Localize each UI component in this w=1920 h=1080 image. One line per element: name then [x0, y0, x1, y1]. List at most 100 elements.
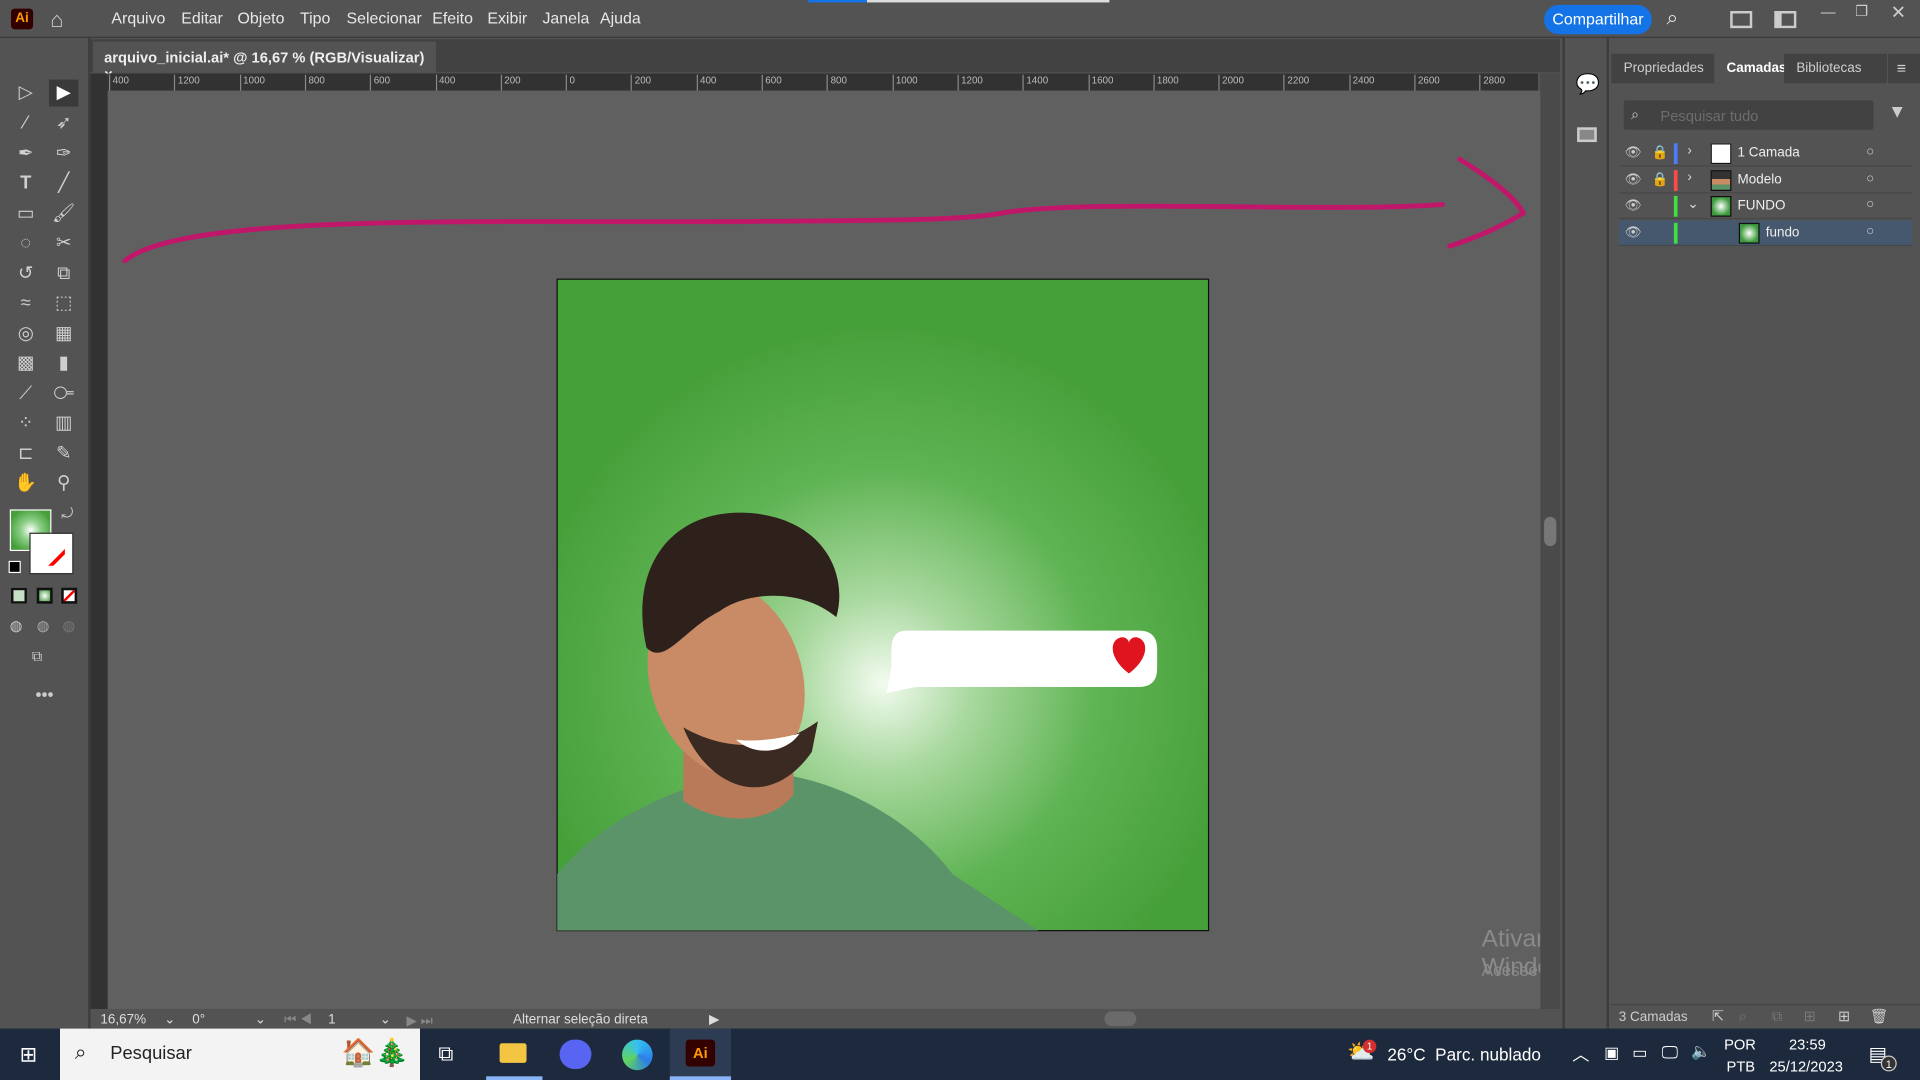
scroll-thumb[interactable]: [1544, 516, 1557, 547]
panel-menu-icon[interactable]: ≡: [1888, 53, 1920, 84]
gradient-tool-icon[interactable]: ▮: [49, 350, 78, 377]
selection-tool-icon[interactable]: ▷: [11, 80, 40, 107]
more-tools-icon[interactable]: •••: [36, 684, 54, 704]
scissors-icon[interactable]: ✂: [49, 230, 78, 257]
windows-start-icon[interactable]: ⊞: [20, 1043, 37, 1067]
type-tool-icon[interactable]: T: [11, 170, 40, 197]
document-tab[interactable]: arquivo_inicial.ai* @ 16,67 % (RGB/Visua…: [93, 41, 436, 83]
language-top[interactable]: POR: [1724, 1036, 1756, 1053]
rotation-dropdown-icon[interactable]: ⌄: [255, 1011, 266, 1028]
share-button[interactable]: Compartilhar: [1544, 4, 1652, 35]
magic-wand-icon[interactable]: ⁄: [11, 110, 40, 137]
target-circle-icon[interactable]: ○: [1866, 197, 1874, 212]
illustrator-taskbar-icon[interactable]: Ai: [669, 1028, 732, 1080]
canvas[interactable]: Ativar o Windows Acesse Configurações pa…: [107, 90, 1541, 1009]
chevron-down-icon[interactable]: ⌄: [1687, 196, 1698, 212]
filter-icon[interactable]: ▼: [1888, 102, 1906, 123]
screen-mode-icon[interactable]: ⧉: [32, 648, 43, 666]
language-bottom[interactable]: PTB: [1727, 1058, 1756, 1075]
edge-icon[interactable]: [622, 1039, 653, 1071]
tab-bibliotecas[interactable]: Bibliotecas: [1784, 53, 1887, 84]
rotation-field[interactable]: 0°: [192, 1013, 205, 1028]
vertical-scrollbar[interactable]: [1540, 73, 1561, 1009]
lasso-icon[interactable]: ➶: [49, 110, 78, 137]
draw-inside-icon[interactable]: ◍: [62, 617, 75, 634]
menu-selecionar[interactable]: Selecionar: [347, 9, 422, 27]
first-artboard-icon[interactable]: ⏮ ◀: [284, 1013, 312, 1029]
lock-icon[interactable]: 🔒: [1652, 144, 1669, 161]
next-artboard-icon[interactable]: ▶ ⏭: [407, 1013, 433, 1030]
delete-layer-icon[interactable]: 🗑: [1870, 1008, 1889, 1025]
visibility-eye-icon[interactable]: 👁: [1625, 144, 1642, 161]
weather-text[interactable]: 26°C Parc. nublado: [1387, 1044, 1541, 1064]
symbol-sprayer-icon[interactable]: ⁘: [11, 410, 40, 437]
shape-builder-icon[interactable]: ◎: [11, 321, 40, 348]
battery-icon[interactable]: ▭: [1632, 1043, 1647, 1063]
warp-tool-icon[interactable]: ≈: [11, 290, 40, 317]
new-layer-icon[interactable]: ⊞: [1838, 1008, 1850, 1025]
visibility-eye-icon[interactable]: 👁: [1625, 171, 1642, 187]
hand-tool-icon[interactable]: ✋: [11, 470, 40, 497]
visibility-eye-icon[interactable]: 👁: [1625, 223, 1642, 240]
show-hidden-icons[interactable]: ︿: [1572, 1042, 1589, 1066]
discord-icon[interactable]: [559, 1039, 592, 1069]
scale-tool-icon[interactable]: ⧉: [49, 261, 78, 288]
rotate-tool-icon[interactable]: ↺: [11, 261, 40, 288]
draw-normal-icon[interactable]: ◍: [10, 617, 23, 634]
clipping-mask-icon[interactable]: ⧉: [1772, 1008, 1783, 1026]
eyedropper-icon[interactable]: ⟋: [11, 381, 40, 408]
menu-tipo[interactable]: Tipo: [300, 9, 330, 27]
taskbar-search[interactable]: ⌕ Pesquisar 🏠🎄: [60, 1028, 421, 1080]
tab-propriedades[interactable]: Propriedades: [1611, 53, 1717, 84]
chevron-right-icon[interactable]: ›: [1687, 170, 1691, 185]
swap-colors-icon[interactable]: ⤾: [61, 504, 73, 522]
curvature-tool-icon[interactable]: ✑: [49, 141, 78, 168]
new-sublayer-icon[interactable]: ⊞: [1804, 1008, 1816, 1025]
layer-name[interactable]: FUNDO: [1738, 198, 1786, 213]
graph-tool-icon[interactable]: ▥: [49, 410, 78, 437]
gradient-mode-icon[interactable]: [36, 587, 53, 604]
volume-icon[interactable]: 🔈: [1691, 1042, 1711, 1062]
artboard-field[interactable]: 1: [328, 1013, 336, 1028]
workspace-icon[interactable]: [1730, 11, 1753, 29]
layers-search-input[interactable]: ⌕ Pesquisar tudo: [1623, 100, 1874, 130]
layer-name[interactable]: fundo: [1766, 225, 1800, 240]
arrange-icon[interactable]: [1774, 11, 1797, 29]
perspective-grid-icon[interactable]: ▦: [49, 321, 78, 348]
menu-efeito[interactable]: Efeito: [432, 9, 473, 27]
zoom-field[interactable]: 16,67%: [100, 1013, 146, 1028]
target-circle-icon[interactable]: ○: [1866, 171, 1874, 186]
pen-tool-icon[interactable]: ✒: [11, 141, 40, 168]
comments-icon[interactable]: 💬: [1576, 72, 1600, 96]
chevron-right-icon[interactable]: ›: [1687, 143, 1691, 158]
zoom-tool-icon[interactable]: ⚲: [49, 470, 78, 497]
none-mode-icon[interactable]: [61, 587, 78, 604]
stroke-swatch[interactable]: [29, 532, 74, 575]
shaper-tool-icon[interactable]: ◌: [11, 230, 40, 257]
mesh-tool-icon[interactable]: ▩: [11, 350, 40, 377]
color-mode-icon[interactable]: [11, 587, 27, 604]
restore-icon[interactable]: ❐: [1855, 2, 1868, 19]
search-icon[interactable]: ⌕: [1667, 6, 1679, 30]
layer-name[interactable]: 1 Camada: [1738, 146, 1800, 161]
menu-exibir[interactable]: Exibir: [487, 9, 527, 27]
line-tool-icon[interactable]: ╱: [49, 170, 78, 197]
target-circle-icon[interactable]: ○: [1866, 144, 1874, 159]
horizontal-scroll-thumb[interactable]: [1104, 1011, 1137, 1027]
visibility-eye-icon[interactable]: 👁: [1625, 197, 1642, 213]
menu-arquivo[interactable]: Arquivo: [111, 9, 165, 27]
minimize-icon[interactable]: —: [1821, 4, 1836, 21]
gradient-panel-icon[interactable]: [1577, 127, 1597, 143]
layer-row[interactable]: 👁 ⌄ FUNDO ○: [1618, 193, 1913, 220]
draw-behind-icon[interactable]: ◍: [37, 617, 50, 634]
rectangle-tool-icon[interactable]: ▭: [11, 201, 40, 228]
clock-date[interactable]: 25/12/2023: [1769, 1058, 1843, 1075]
menu-editar[interactable]: Editar: [181, 9, 223, 27]
file-explorer-icon[interactable]: [486, 1029, 543, 1080]
direct-selection-tool-icon[interactable]: ▶: [48, 79, 79, 107]
artboard-dropdown-icon[interactable]: ⌄: [380, 1011, 391, 1028]
lock-icon[interactable]: 🔒: [1652, 171, 1669, 187]
zoom-dropdown-icon[interactable]: ⌄: [164, 1011, 175, 1028]
close-window-icon[interactable]: ✕: [1891, 1, 1906, 23]
status-menu-icon[interactable]: ▶: [709, 1011, 719, 1028]
